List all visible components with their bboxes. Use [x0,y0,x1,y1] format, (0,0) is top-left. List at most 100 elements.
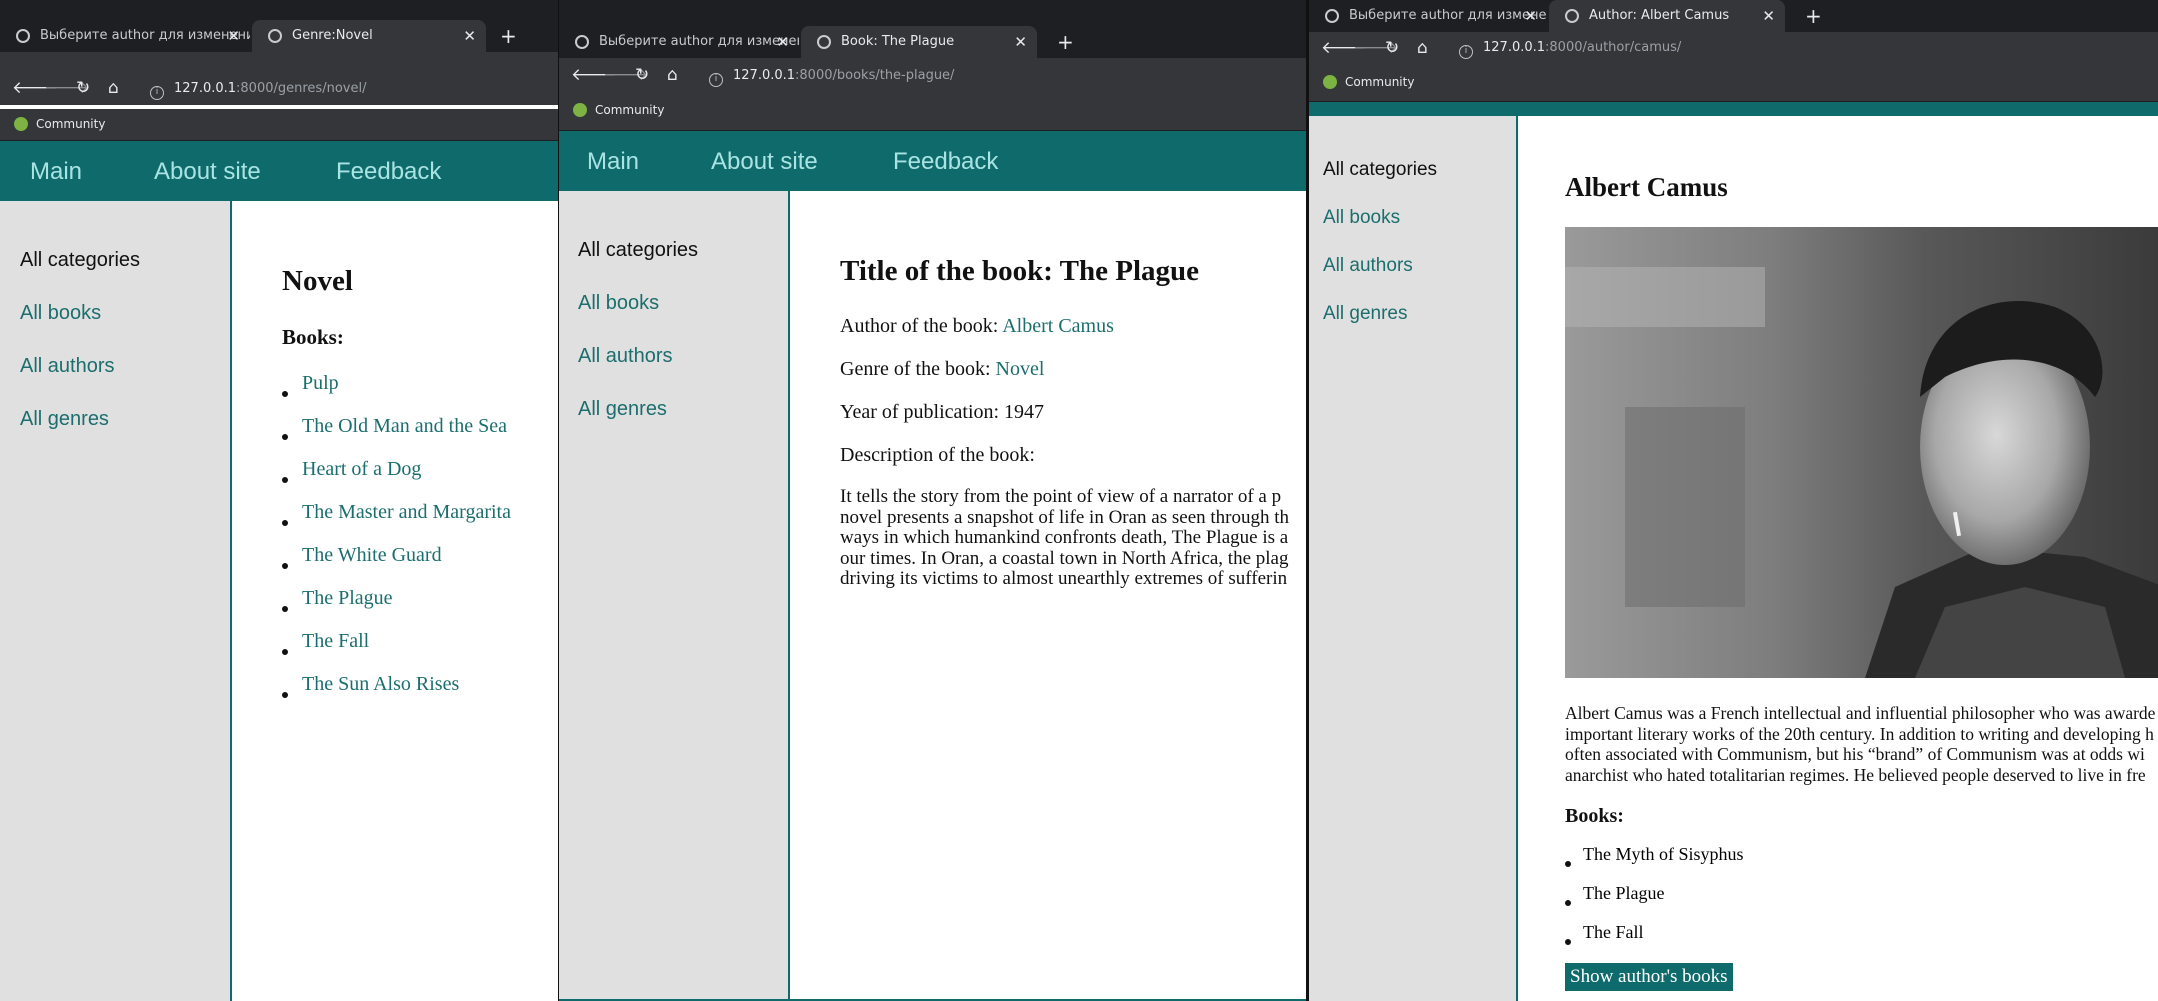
sidebar-item-books[interactable]: All books [20,302,101,325]
description-label: Description of the book: [840,444,1035,466]
reload-icon[interactable]: ↻ [635,65,649,85]
address-bar[interactable]: i 127.0.0.1:8000/genres/novel/ [150,77,366,101]
genre-link[interactable]: Novel [996,358,1045,380]
tab-filler [0,52,558,71]
close-icon[interactable]: ✕ [1524,0,1537,32]
tab-title: Genre:Novel [292,28,373,43]
community-icon [1323,75,1337,89]
bookmark-community[interactable]: Community [1323,73,1414,91]
close-icon[interactable]: ✕ [227,20,240,52]
author-line: Author of the book: Albert Camus [840,315,1114,338]
book-link[interactable]: The White Guard [302,544,442,566]
close-icon[interactable]: ✕ [463,20,476,52]
book-list: The Myth of Sisyphus The Plague The Fall [1565,844,1744,961]
book-link[interactable]: The Sun Also Rises [302,673,459,695]
reload-icon[interactable]: ↻ [76,78,90,98]
author-photo [1565,227,2158,678]
author-link[interactable]: Albert Camus [1002,315,1114,337]
info-icon[interactable]: i [150,86,164,100]
genre-line: Genre of the book: Novel [840,358,1044,381]
book-link[interactable]: Pulp [302,372,339,394]
tab-admin[interactable]: Выберите author для изменения ✕ [1309,0,1547,32]
nav-about[interactable]: About site [154,158,261,186]
url-host: 127.0.0.1 [733,68,796,83]
sidebar-item-books[interactable]: All books [1323,207,1400,229]
list-item: The Plague [1565,883,1744,922]
nav-feedback[interactable]: Feedback [893,148,998,176]
book-link[interactable]: The Master and Margarita [302,501,511,523]
sidebar-item-authors[interactable]: All authors [578,345,673,368]
browser-window-book: Выберите author для изменения ✕ Book: Th… [558,0,1306,1001]
tab-author[interactable]: Author: Albert Camus ✕ [1549,0,1785,32]
home-icon[interactable]: ⌂ [1417,38,1428,58]
url-path: :8000/author/camus/ [1545,40,1682,55]
content: Albert Camus Albert Camus was a French i… [1520,116,2158,1001]
home-icon[interactable]: ⌂ [667,65,678,85]
tab-genre[interactable]: Genre:Novel ✕ [252,20,486,52]
sidebar-item-genres[interactable]: All genres [578,398,667,421]
book-link[interactable]: The Fall [302,630,369,652]
new-tab-icon[interactable]: + [1805,0,1822,32]
toolbar: 🡐 🡒 ↻ ⌂ i 127.0.0.1:8000/books/the-plague… [559,58,1306,92]
year-line: Year of publication: 1947 [840,401,1045,423]
list-item: The Fall [282,630,511,673]
book-list: Pulp The Old Man and the Sea Heart of a … [282,372,511,716]
close-icon[interactable]: ✕ [1762,0,1775,32]
bookmark-community[interactable]: Community [14,115,105,133]
sidebar-title: All categories [1323,159,1438,180]
tab-title: Выберите author для изменения [1349,8,1547,23]
nav-main[interactable]: Main [587,148,639,176]
bookmarks-bar: Community [1309,64,2158,102]
sidebar-item-books[interactable]: All books [578,292,659,315]
close-icon[interactable]: ✕ [1014,26,1027,58]
bookmark-community[interactable]: Community [573,101,664,119]
nav-main[interactable]: Main [30,158,82,186]
tab-strip: Выберите author для изменения ✕ Genre:No… [0,12,558,52]
home-icon[interactable]: ⌂ [108,78,119,98]
new-tab-icon[interactable]: + [1057,26,1074,58]
reload-icon[interactable]: ↻ [1385,38,1399,58]
show-authors-books-button[interactable]: Show author's books [1565,963,1733,991]
tab-admin[interactable]: Выберите author для изменения ✕ [559,26,799,58]
tab-title: Author: Albert Camus [1589,8,1730,23]
list-item: Heart of a Dog [282,458,511,501]
tab-strip: Выберите author для изменения ✕ Author: … [1309,0,2158,32]
info-icon[interactable]: i [1459,45,1473,59]
nav-about[interactable]: About site [711,148,818,176]
book-title: The Myth of Sisyphus [1583,844,1744,864]
sidebar-item-authors[interactable]: All authors [1323,255,1413,277]
globe-icon [575,35,589,49]
tab-admin[interactable]: Выберите author для изменения ✕ [0,20,250,52]
sidebar-item-genres[interactable]: All genres [20,408,109,431]
description-text: It tells the story from the point of vie… [840,486,1290,590]
title-bar [559,0,1306,26]
bio-line: important literary works of the 20th cen… [1565,723,2154,744]
books-heading: Books: [282,325,344,349]
book-link[interactable]: The Plague [302,587,393,609]
address-bar[interactable]: i 127.0.0.1:8000/author/camus/ [1459,36,1681,60]
address-bar[interactable]: i 127.0.0.1:8000/books/the-plague/ [709,64,954,88]
close-icon[interactable]: ✕ [776,26,789,58]
list-item: The Sun Also Rises [282,673,511,716]
tab-book[interactable]: Book: The Plague ✕ [801,26,1037,58]
new-tab-icon[interactable]: + [500,20,517,52]
url-host: 127.0.0.1 [1483,40,1546,55]
bookmark-label: Community [595,103,665,117]
content: Novel Books: Pulp The Old Man and the Se… [234,201,558,1001]
sidebar-item-authors[interactable]: All authors [20,355,115,378]
sidebar-item-genres[interactable]: All genres [1323,303,1408,325]
description-line: novel presents a snapshot of life in Ora… [840,506,1290,528]
sidebar: All categories All books All authors All… [559,191,790,1001]
toolbar: 🡐 🡒 ↻ ⌂ i 127.0.0.1:8000/genres/novel/ [0,71,558,105]
bookmarks-bar: Community [0,109,558,141]
book-link[interactable]: The Old Man and the Sea [302,415,507,437]
books-heading: Books: [1565,805,1624,827]
book-link[interactable]: Heart of a Dog [302,458,421,480]
info-icon[interactable]: i [709,73,723,87]
bio-line: Albert Camus was a French intellectual a… [1565,703,2156,723]
list-item: The Plague [282,587,511,630]
page-title: Albert Camus [1565,172,1728,202]
url-path: :8000/books/the-plague/ [795,68,955,83]
nav-feedback[interactable]: Feedback [336,158,441,186]
content: Title of the book: The Plague Author of … [792,191,1306,1001]
